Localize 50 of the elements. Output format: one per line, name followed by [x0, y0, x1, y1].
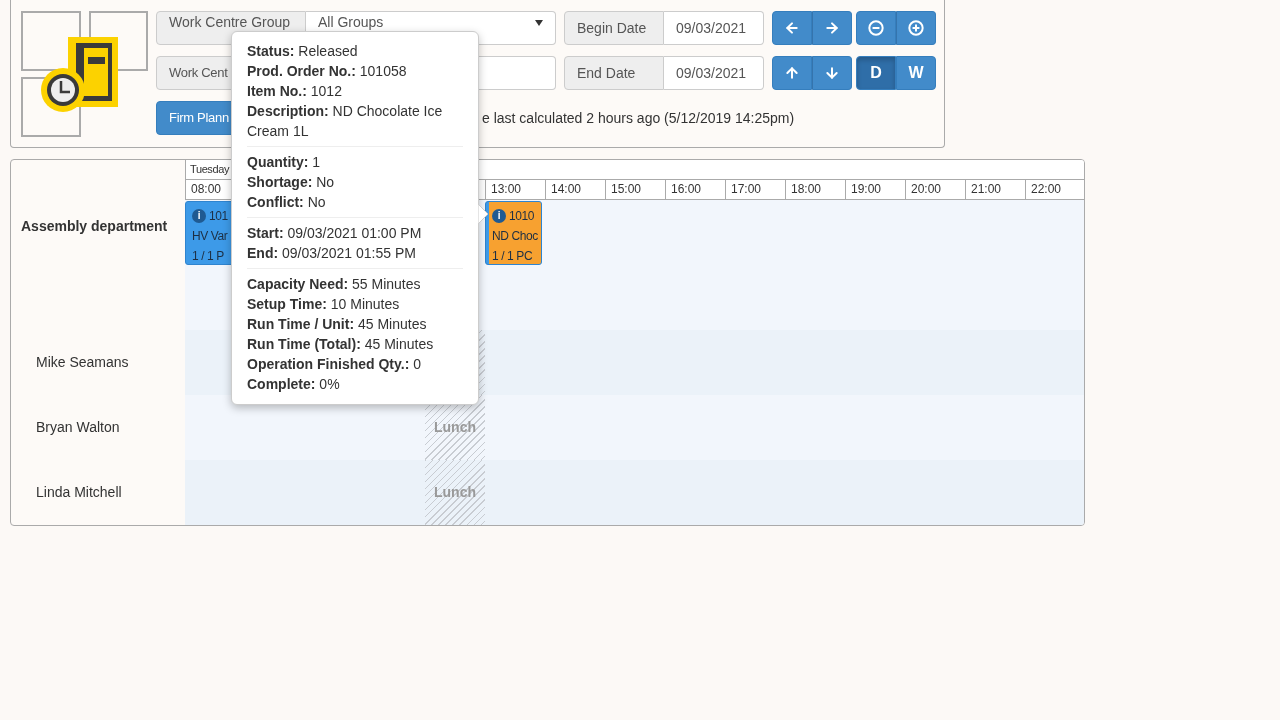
row-label: Bryan Walton: [36, 418, 120, 437]
hour-cell: 21:00: [965, 180, 1025, 199]
row-label: Linda Mitchell: [36, 483, 122, 502]
arrow-down-button[interactable]: [812, 56, 852, 90]
hour-cell: 19:00: [845, 180, 905, 199]
event-text: 1 / 1 PC: [492, 248, 534, 264]
tooltip-line: Run Time / Unit: 45 Minutes: [247, 315, 428, 334]
input-field[interactable]: 09/03/2021: [664, 56, 764, 90]
hour-cell: 17:00: [725, 180, 785, 199]
lunch-label: Lunch: [434, 483, 476, 502]
zoom-out-icon: [868, 20, 884, 36]
info-icon: i: [192, 209, 206, 223]
tooltip-line: Run Time (Total): 45 Minutes: [247, 335, 435, 354]
field-label: Begin Date: [564, 11, 664, 45]
arrow-right-button[interactable]: [812, 11, 852, 45]
tooltip-line: Capacity Need: 55 Minutes: [247, 275, 422, 294]
tooltip-line: Setup Time: 10 Minutes: [247, 295, 401, 314]
tooltip-line: Quantity: 1: [247, 153, 322, 172]
arrow-up-button[interactable]: [772, 56, 812, 90]
event-text: ND Choc: [492, 228, 539, 245]
calculation-message: e last calculated 2 hours ago (5/12/2019 14:25pm): [482, 108, 795, 128]
arrow-up-icon: [784, 65, 800, 81]
zoom-out-button[interactable]: [856, 11, 896, 45]
info-icon: i: [492, 209, 506, 223]
row-label: Mike Seamans: [36, 353, 129, 372]
row-label: Assembly department: [21, 217, 168, 236]
hour-cell: 18:00: [785, 180, 845, 199]
zoom-in-icon: [908, 20, 924, 36]
hour-cell: 13:00: [485, 180, 545, 199]
hour-cell: 16:00: [665, 180, 725, 199]
event-block[interactable]: i 1010 ND Choc 1 / 1 PC: [485, 201, 542, 265]
day-label: Tuesday: [190, 162, 229, 178]
lunch-label: Lunch: [434, 418, 476, 437]
dropdown-caret-icon: [535, 20, 543, 26]
arrow-left-button[interactable]: [772, 11, 812, 45]
tooltip-line: Operation Finished Qty.: 0: [247, 355, 422, 374]
hour-cell: 22:00: [1025, 180, 1084, 199]
field-label: End Date: [564, 56, 664, 90]
input-field[interactable]: 09/03/2021: [664, 11, 764, 45]
event-text: 101: [209, 208, 228, 225]
tooltip-line: Complete: 0%: [247, 375, 341, 394]
view-mode-tab[interactable]: W: [896, 56, 936, 90]
event-text: 1010: [509, 208, 535, 225]
hour-cell: 14:00: [545, 180, 605, 199]
zoom-in-button[interactable]: [896, 11, 936, 45]
hour-cell: 20:00: [905, 180, 965, 199]
arrow-down-icon: [824, 65, 840, 81]
tooltip-line: Shortage: No: [247, 173, 336, 192]
view-mode-tab[interactable]: D: [856, 56, 896, 90]
hour-cell: 15:00: [605, 180, 665, 199]
